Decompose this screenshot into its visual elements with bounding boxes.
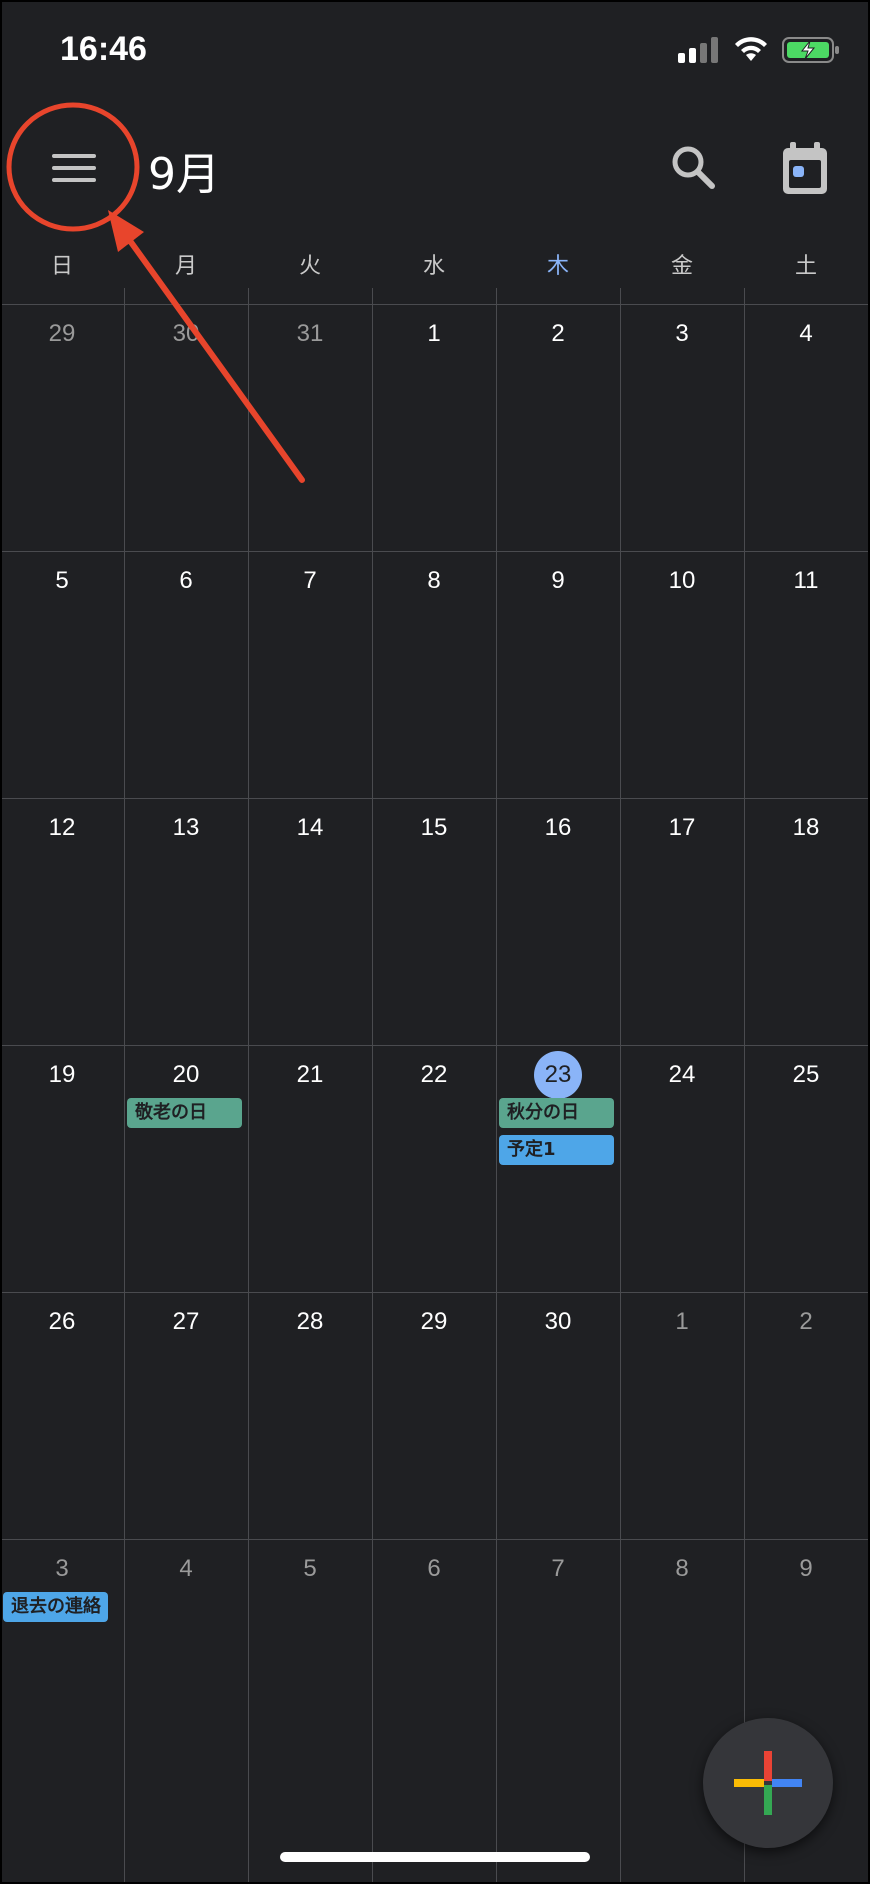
annotation-overlay [6,102,305,483]
annotation-circle [6,102,140,232]
annotation-arrow-shaft [125,235,305,483]
annotation-arrow-head [108,210,144,252]
